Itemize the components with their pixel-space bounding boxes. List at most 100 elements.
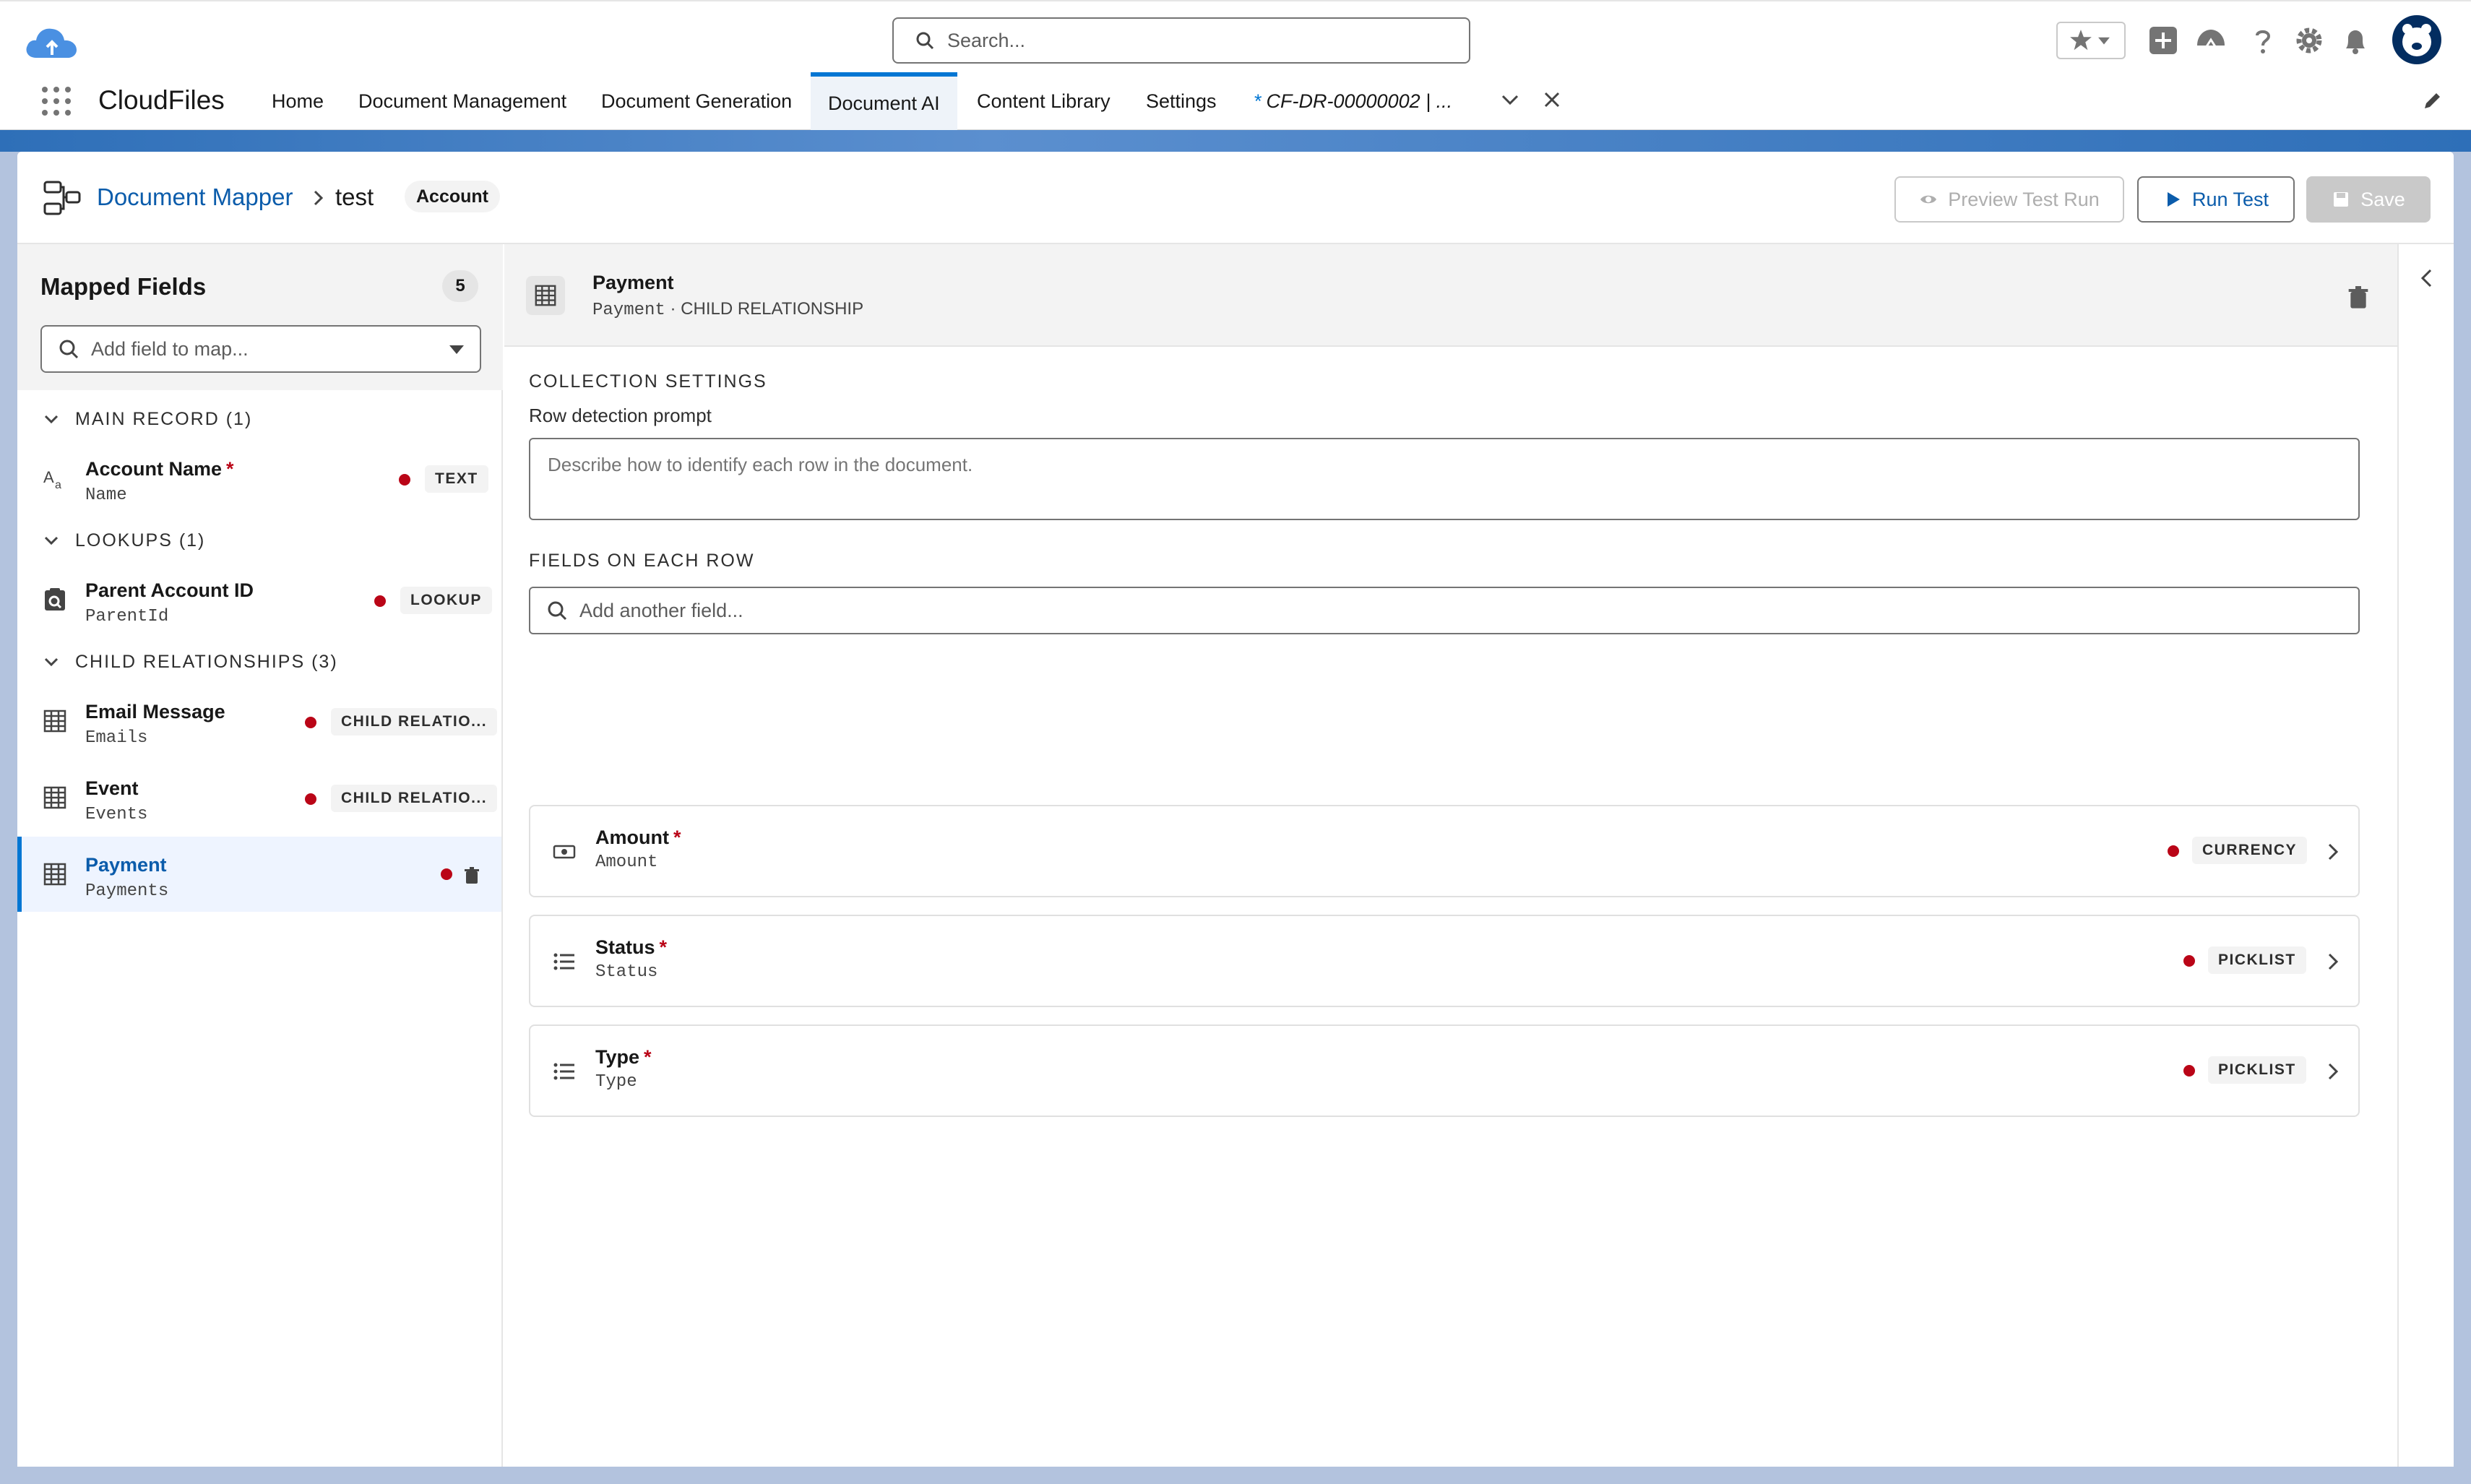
global-search-input[interactable]: Search... [892, 17, 1470, 64]
add-row-field-input[interactable]: Add another field... [529, 587, 2360, 634]
row-field-amount[interactable]: Amount * Amount CURRENCY [529, 805, 2360, 897]
chevron-down-icon [44, 415, 59, 424]
mapped-field-account-name[interactable]: Aa Account Name * Name TEXT [17, 441, 501, 516]
field-detail-panel: Payment Payment · CHILD RELATIONSHIP COL… [504, 244, 2397, 1467]
search-icon [548, 601, 567, 621]
notifications-bell-icon [2346, 30, 2365, 54]
nav-tab-document-generation[interactable]: Document Generation [584, 72, 809, 130]
chevron-down-icon [44, 657, 59, 667]
nav-tab-document-ai[interactable]: Document AI [811, 72, 957, 130]
row-field-type[interactable]: Type * Type PICKLIST [529, 1024, 2360, 1117]
detail-separator: · [665, 299, 681, 319]
preview-test-run-label: Preview Test Run [1948, 188, 2100, 210]
field-type-badge: CHILD RELATIO... [331, 708, 498, 735]
mapped-field-email-message[interactable]: Email Message Emails CHILD RELATIO... [17, 683, 501, 759]
mapped-fields-count: 5 [442, 270, 478, 302]
edit-pencil-icon[interactable] [2420, 90, 2444, 113]
run-test-label: Run Test [2191, 188, 2269, 210]
required-marker: * [644, 1046, 652, 1068]
save-button[interactable]: Save [2306, 176, 2431, 223]
table-icon [43, 863, 66, 886]
search-icon [59, 340, 79, 359]
status-dot [305, 717, 316, 728]
detail-object-icon [526, 276, 565, 315]
workspace-tab-label: CF-DR-00000002 | ... [1266, 90, 1453, 112]
field-api-name: ParentId [85, 607, 169, 626]
status-dot [374, 595, 386, 607]
chevron-left-icon[interactable] [2415, 266, 2439, 290]
detail-api-name: Payment [592, 301, 665, 320]
picklist-icon [553, 1063, 574, 1080]
setup-button[interactable] [2290, 22, 2328, 59]
help-icon [2256, 30, 2271, 53]
favorites-star-icon[interactable] [2068, 27, 2094, 53]
status-dot [2183, 955, 2195, 967]
app-navigation-bar: CloudFiles Home Document Management Docu… [0, 72, 2471, 130]
detail-title: Payment [592, 272, 674, 293]
field-name: Parent Account ID [85, 579, 254, 601]
section-main-record[interactable]: MAIN RECORD (1) [42, 405, 252, 433]
row-field-api-name: Status [595, 962, 658, 982]
mapped-field-payment[interactable]: Payment Payments [17, 837, 501, 912]
save-icon [2334, 192, 2349, 207]
help-button[interactable] [2244, 22, 2282, 59]
trailhead-button[interactable] [2192, 22, 2230, 59]
nav-tab-content-library[interactable]: Content Library [959, 72, 1128, 130]
app-launcher-icon[interactable] [39, 84, 74, 118]
row-detection-prompt-textarea[interactable] [529, 438, 2360, 520]
field-type-badge: LOOKUP [400, 587, 492, 614]
run-test-button[interactable]: Run Test [2137, 176, 2295, 223]
nav-tab-workspace-record[interactable]: * CF-DR-00000002 | ... [1237, 72, 1470, 130]
mapped-field-parent-account-id[interactable]: Parent Account ID ParentId LOOKUP [17, 562, 501, 637]
trailhead-icon [2197, 30, 2225, 51]
chevron-down-icon[interactable] [1496, 85, 1525, 114]
row-field-name: Amount * [595, 827, 681, 848]
chevron-right-icon [314, 190, 324, 206]
status-dot [2183, 1065, 2195, 1077]
avatar-icon [2392, 15, 2441, 64]
collection-settings-heading: COLLECTION SETTINGS [529, 371, 767, 392]
nav-tab-settings[interactable]: Settings [1129, 72, 1234, 130]
section-lookups[interactable]: LOOKUPS (1) [42, 526, 205, 555]
save-label: Save [2360, 188, 2405, 210]
trash-icon[interactable] [2347, 286, 2370, 309]
favorites-menu-icon[interactable] [2094, 30, 2114, 51]
field-name: Account Name * [85, 458, 234, 480]
notifications-button[interactable] [2337, 22, 2374, 59]
chevron-right-icon[interactable] [2322, 841, 2344, 863]
field-api-name: Payments [85, 881, 169, 901]
lookup-icon [45, 588, 65, 611]
dropdown-caret-icon[interactable] [448, 342, 465, 357]
mapped-field-event[interactable]: Event Events CHILD RELATIO... [17, 760, 501, 835]
mapped-fields-panel: Mapped Fields 5 Add field to map... MAIN… [17, 244, 503, 1467]
chevron-right-icon[interactable] [2322, 951, 2344, 972]
row-field-api-name: Amount [595, 853, 658, 872]
table-icon [43, 786, 66, 809]
required-marker: * [673, 827, 681, 848]
field-type-badge: PICKLIST [2208, 946, 2306, 974]
document-mapper-card: Document Mapper test Account Preview Tes… [17, 152, 2454, 1467]
nav-tab-home[interactable]: Home [254, 72, 341, 130]
user-avatar[interactable] [2392, 14, 2442, 65]
detail-kind: CHILD RELATIONSHIP [681, 299, 864, 319]
global-add-button[interactable] [2144, 22, 2182, 59]
preview-test-run-button[interactable]: Preview Test Run [1894, 176, 2124, 223]
breadcrumb-document-mapper[interactable]: Document Mapper [97, 184, 293, 211]
favorites-group[interactable] [2056, 22, 2126, 59]
chevron-down-icon [44, 536, 59, 545]
search-icon [916, 32, 934, 50]
add-field-combobox[interactable]: Add field to map... [40, 325, 481, 373]
nav-tab-document-management[interactable]: Document Management [341, 72, 584, 130]
section-main-record-label: MAIN RECORD (1) [75, 408, 253, 429]
field-name: Payment [85, 854, 167, 876]
trash-icon[interactable] [464, 867, 480, 884]
row-field-status[interactable]: Status * Status PICKLIST [529, 915, 2360, 1007]
status-dot [441, 868, 452, 880]
section-child-relationships[interactable]: CHILD RELATIONSHIPS (3) [42, 647, 338, 676]
cloud-logo-icon[interactable] [23, 20, 81, 64]
breadcrumb-current: test [335, 184, 374, 210]
chevron-right-icon[interactable] [2322, 1061, 2344, 1082]
status-dot [2168, 845, 2179, 857]
field-type-badge: PICKLIST [2208, 1056, 2306, 1084]
close-icon[interactable] [1539, 87, 1565, 113]
